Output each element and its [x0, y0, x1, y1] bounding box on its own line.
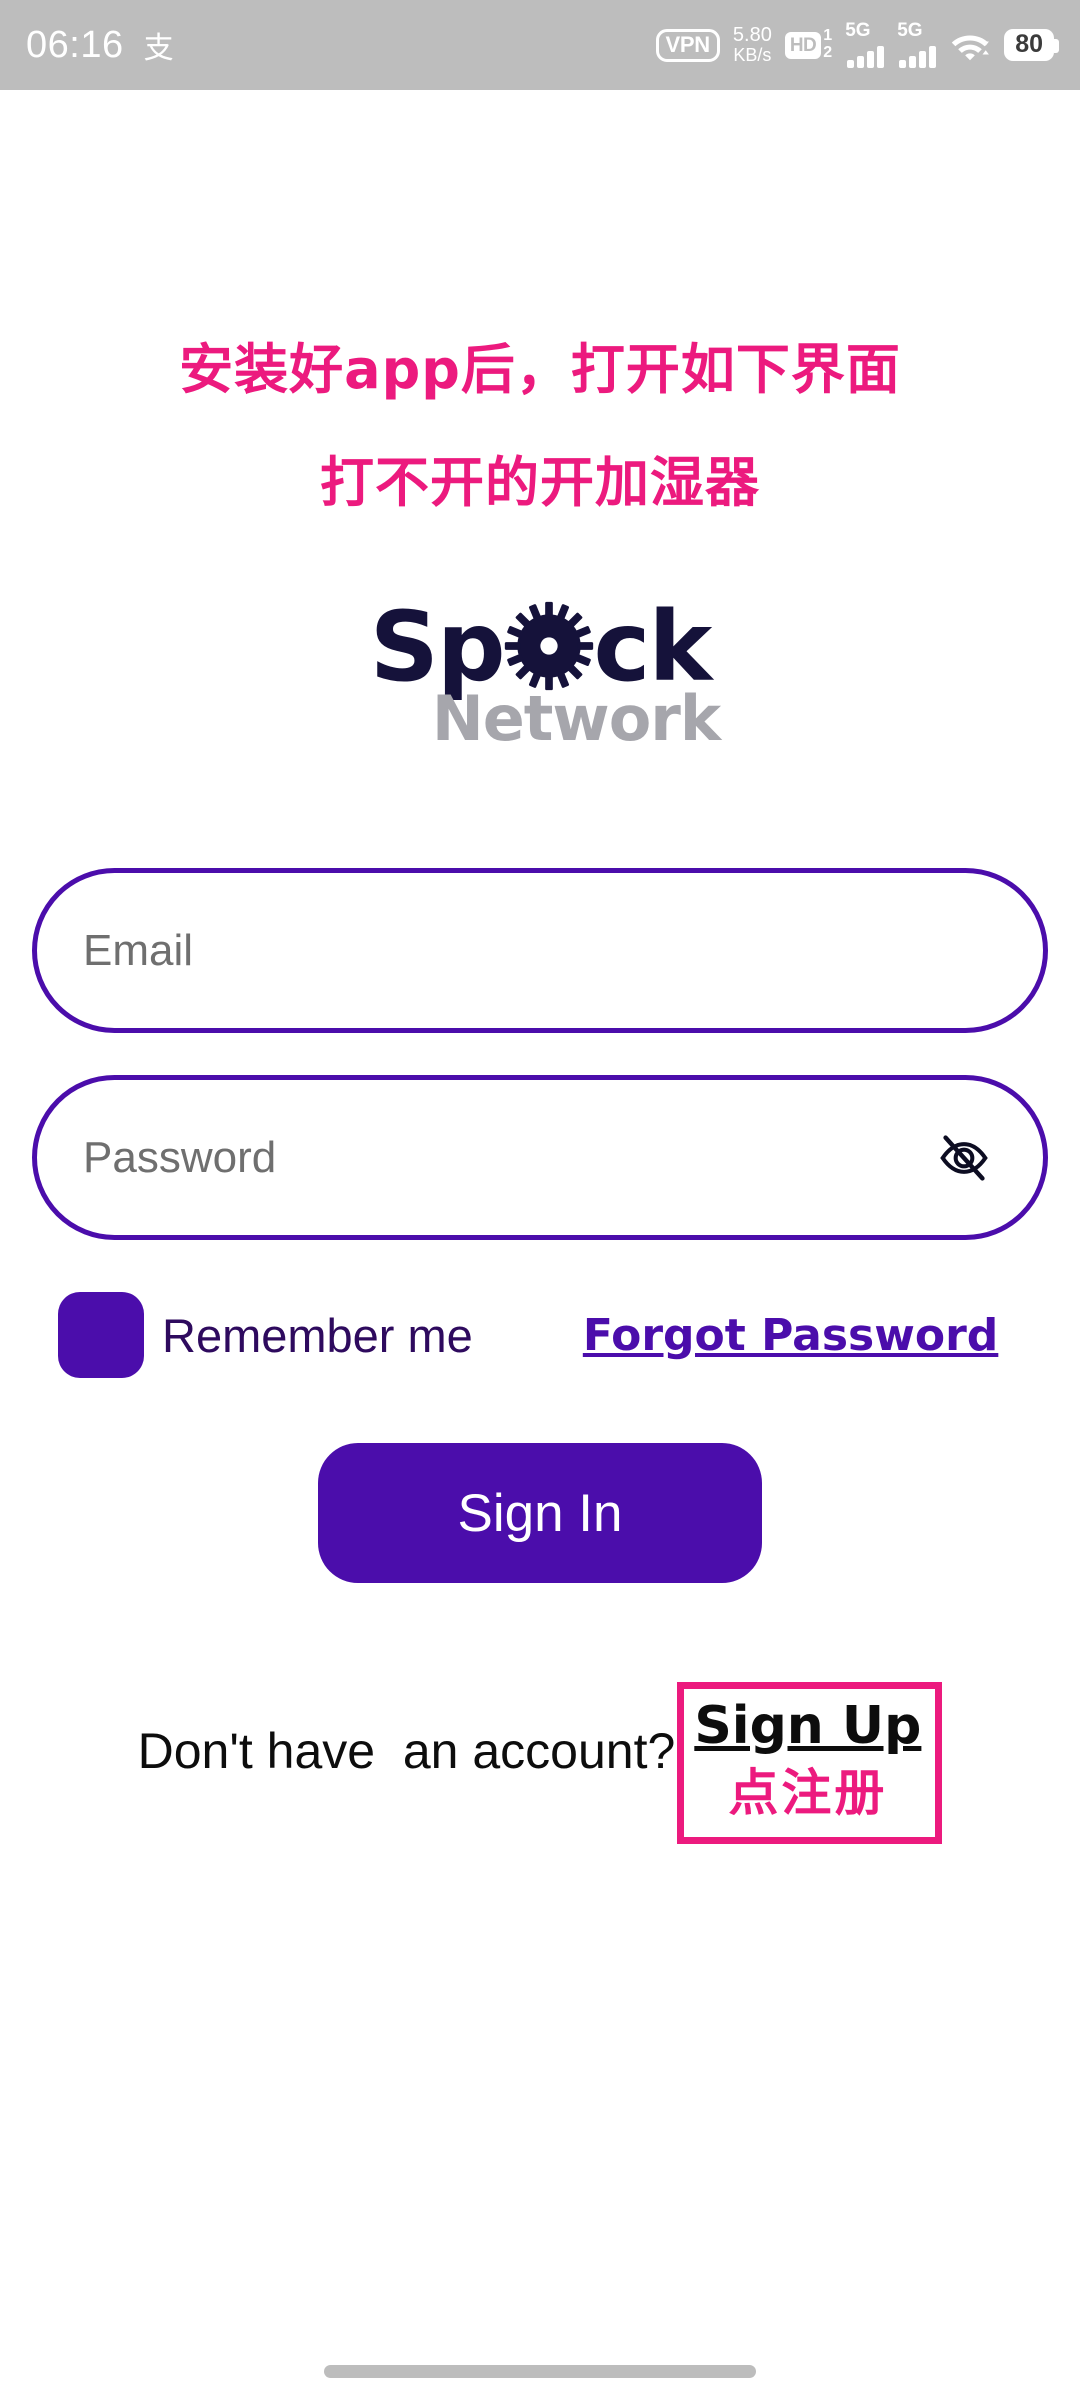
status-bar-left: 06:16 支	[26, 23, 174, 67]
hd-sim-1: 1	[823, 27, 833, 45]
logo-subtext: Network	[431, 682, 721, 755]
signal-label-sim1: 5G	[845, 20, 871, 41]
network-speed-indicator: 5.80 KB/s	[733, 25, 772, 65]
hd-sim-indicator: 1 2	[823, 27, 833, 62]
logo-text-after: ck	[593, 591, 713, 704]
eye-off-icon[interactable]	[931, 1128, 997, 1188]
vpn-icon: VPN	[655, 28, 720, 62]
signal-icon-sim1: 5G	[845, 20, 885, 68]
logo-text-before: Sp	[369, 591, 506, 704]
app-logo: Sp ck Network	[0, 591, 1080, 780]
status-clock: 06:16	[26, 23, 124, 66]
password-field[interactable]	[32, 1075, 1048, 1240]
signal-icon-sim2: 5G	[897, 20, 937, 68]
signup-row: Don't have an account? Sign Up 点注册	[0, 1682, 1080, 1845]
annotation-headline-line1: 安装好app后，打开如下界面	[179, 338, 901, 401]
status-bar: 06:16 支 VPN 5.80 KB/s HD 1 2 5G 5G 80	[0, 0, 1080, 90]
sign-up-link[interactable]: Sign Up	[694, 1697, 921, 1755]
signal-label-sim2: 5G	[897, 20, 923, 41]
network-speed-unit: KB/s	[733, 45, 772, 66]
wifi-icon	[949, 28, 991, 62]
password-input[interactable]	[83, 1132, 931, 1183]
hd-sim-2: 2	[823, 44, 833, 61]
signup-highlight-box: Sign Up 点注册	[677, 1682, 943, 1845]
remember-me-label: Remember me	[162, 1308, 473, 1362]
annotation-headline-line2: 打不开的开加湿器	[320, 451, 760, 514]
battery-icon: 80	[1004, 28, 1059, 62]
forgot-password-link[interactable]: Forgot Password	[583, 1310, 999, 1361]
sign-in-button[interactable]: Sign In	[318, 1443, 762, 1583]
home-indicator[interactable]	[324, 2365, 756, 2378]
email-input[interactable]	[83, 925, 997, 976]
annotation-signup-note: 点注册	[728, 1764, 888, 1823]
remember-me-checkbox[interactable]	[58, 1292, 144, 1378]
hd-voice-icon: HD 1 2	[784, 27, 833, 62]
signal-bars-sim2	[899, 46, 937, 68]
email-field[interactable]	[32, 868, 1048, 1033]
signal-bars-sim1	[847, 46, 885, 68]
status-bar-right: VPN 5.80 KB/s HD 1 2 5G 5G 80	[655, 20, 1059, 68]
hd-badge: HD	[784, 31, 822, 59]
alipay-icon: 支	[143, 31, 174, 66]
network-speed-value: 5.80	[732, 24, 772, 47]
remember-row: Remember me Forgot Password	[58, 1292, 1048, 1378]
signup-prompt: Don't have an account?	[137, 1723, 676, 1779]
